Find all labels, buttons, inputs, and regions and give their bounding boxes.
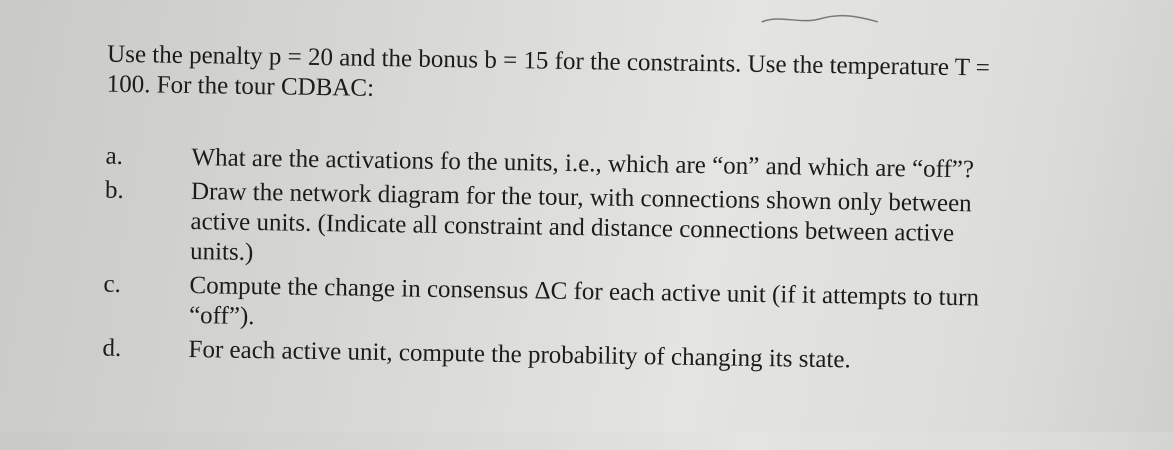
item-marker: c. [103, 270, 122, 298]
item-text: Compute the change in consensus ΔC for e… [189, 271, 1144, 346]
item-marker: d. [102, 334, 122, 362]
item-marker: b. [104, 176, 124, 204]
question-item-b: b. Draw the network diagram for the tour… [104, 176, 1145, 282]
document-page: Use the penalty p = 20 and the bonus b =… [0, 0, 1173, 450]
problem-intro: Use the penalty p = 20 and the bonus b =… [106, 40, 1147, 116]
item-marker: a. [105, 142, 124, 170]
item-text: Draw the network diagram for the tour, w… [190, 177, 1145, 282]
question-list: a. What are the activations fo the units… [102, 142, 1145, 384]
pen-scribble-mark [761, 14, 878, 23]
question-item-c: c. Compute the change in consensus ΔC fo… [103, 270, 1144, 346]
